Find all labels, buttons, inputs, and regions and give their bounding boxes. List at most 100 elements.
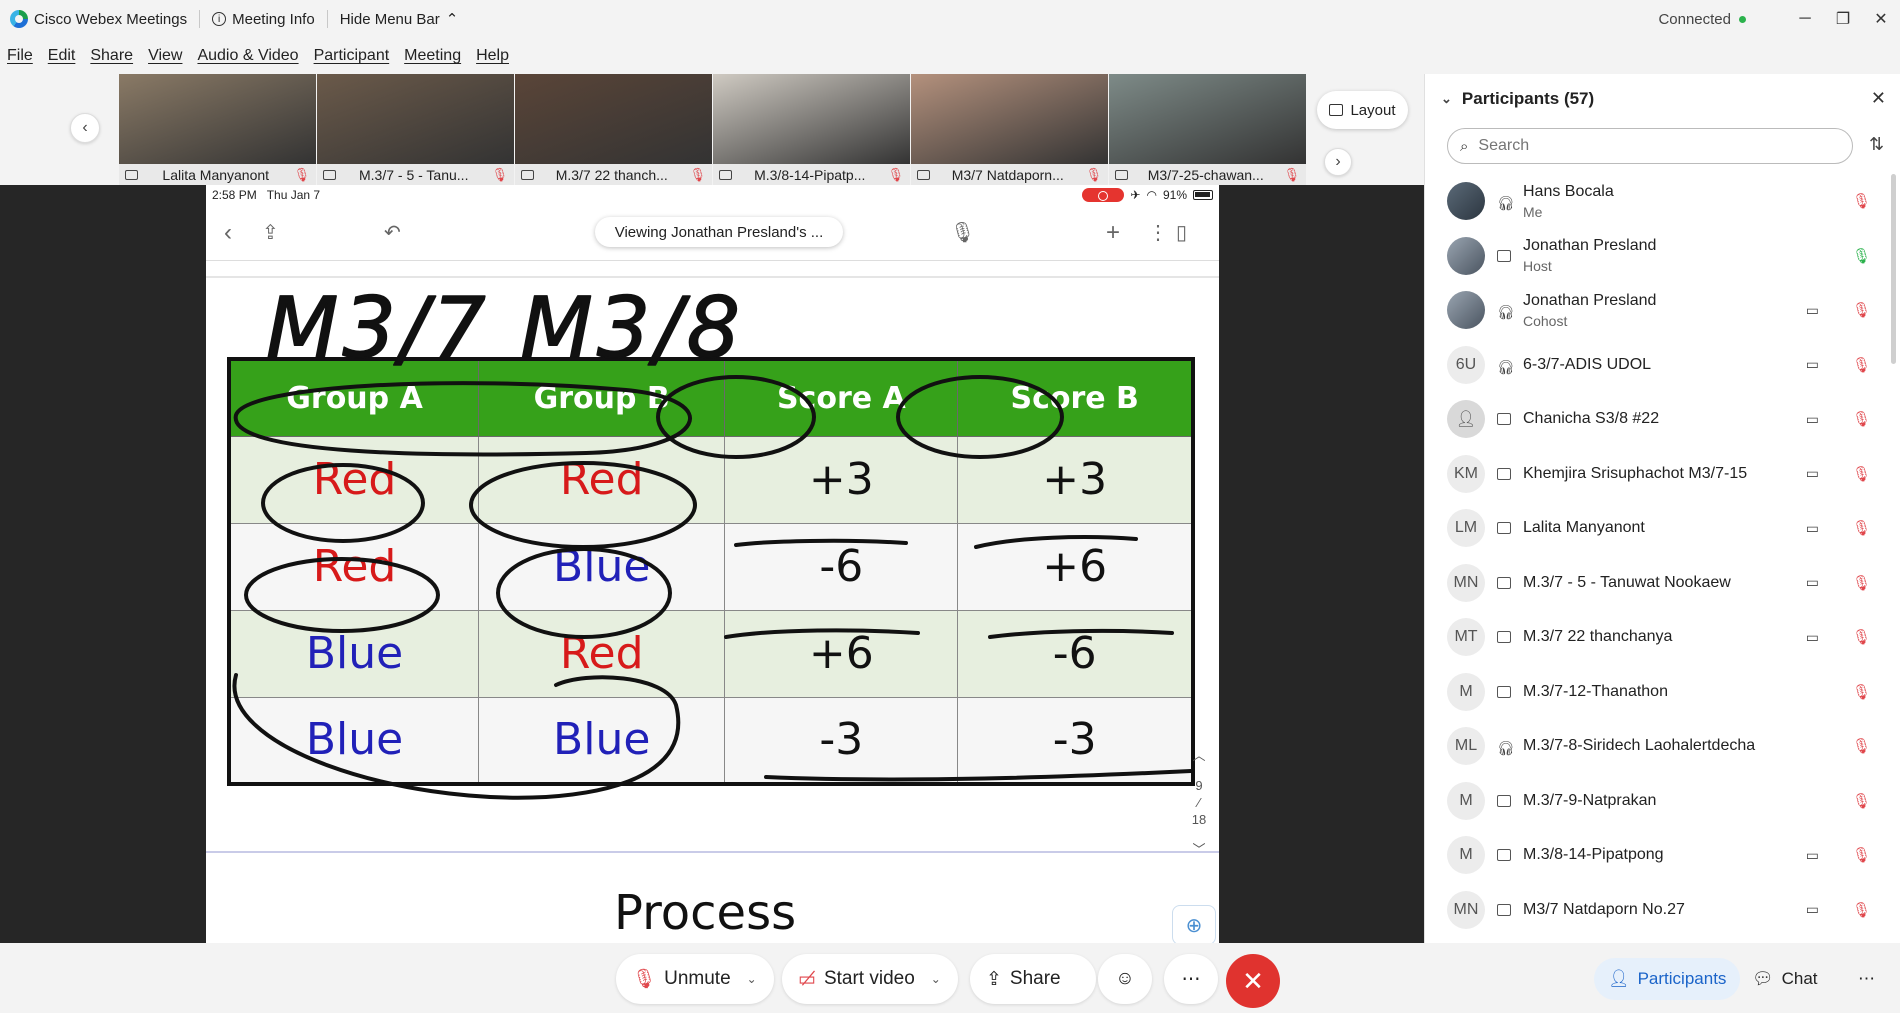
mic-muted-icon[interactable]: 🎙︎ (1852, 846, 1871, 864)
mic-muted-icon[interactable]: 🎙︎ (1852, 192, 1871, 210)
zoom-button[interactable]: ⊕ (1172, 905, 1216, 943)
thumbnail-label: M.3/8-14-Pipatp... 🎙︎ (713, 164, 910, 185)
mic-muted-icon[interactable]: 🎙︎ (1852, 901, 1871, 919)
device-icon (719, 169, 732, 180)
device-icon (521, 169, 534, 180)
leave-meeting-button[interactable]: ✕ (1226, 954, 1280, 1008)
mic-muted-icon[interactable]: 🎙︎ (1852, 465, 1871, 483)
participant-row[interactable]: M M.3/7-9-Natprakan 🎙︎ (1425, 774, 1900, 829)
participant-row[interactable]: 🎧︎ Jonathan Presland Cohost ▭ 🎙︎ (1425, 283, 1900, 338)
thumbnail-name: M.3/7 22 thanch... (555, 166, 668, 183)
hide-menu-bar-button[interactable]: Hide Menu Bar ⌃ (328, 10, 471, 29)
mic-muted-icon[interactable]: 🎙︎ (1852, 737, 1871, 755)
search-input[interactable] (1478, 137, 1809, 155)
thumbnail-label: M3/7-25-chawan... 🎙︎ (1109, 164, 1306, 185)
participant-info: M.3/7-8-Siridech Laohalertdecha (1523, 737, 1755, 755)
menu-file[interactable]: File (0, 47, 41, 65)
menu-share[interactable]: Share (83, 47, 141, 65)
minimize-button[interactable]: ─ (1786, 0, 1824, 38)
participant-row[interactable]: M M.3/7-12-Thanathon 🎙︎ (1425, 665, 1900, 720)
panel-header[interactable]: ⌄ Participants (57) (1425, 74, 1900, 124)
participants-toggle-button[interactable]: 👤︎ Participants (1594, 958, 1741, 1000)
more-options-button[interactable]: ⋯ (1164, 954, 1218, 1004)
chat-button[interactable]: 💬︎ Chat (1738, 958, 1832, 1000)
page-up-icon[interactable]: ︿ (1192, 745, 1205, 764)
mic-muted-icon[interactable]: 🎙︎ (1852, 301, 1871, 319)
device-icon (323, 169, 336, 180)
cell-score-b: +6 (957, 522, 1194, 611)
mic-muted-icon: 🎙︎ (1283, 166, 1300, 182)
menu-edit[interactable]: Edit (41, 47, 84, 65)
chevron-down-icon[interactable]: ⌄ (931, 972, 941, 986)
participant-info: 6-3/7-ADIS UDOL (1523, 356, 1651, 374)
video-feed (119, 74, 316, 164)
mic-muted-icon[interactable]: 🎙︎ (1852, 519, 1871, 537)
video-thumbnail[interactable]: M3/7-25-chawan... 🎙︎ (1109, 74, 1306, 185)
meeting-info-button[interactable]: i Meeting Info (200, 11, 327, 28)
participant-row[interactable]: MT M.3/7 22 thanchanya ▭ 🎙︎ (1425, 610, 1900, 665)
mic-muted-icon[interactable]: 🎙︎ (1852, 628, 1871, 646)
start-video-button[interactable]: ▭̸ Start video ⌄ (782, 954, 958, 1004)
more-vertical-icon: ⋮ (1148, 222, 1168, 244)
mic-muted-icon: 🎙︎ (887, 166, 904, 182)
video-thumbnail[interactable]: M.3/7 - 5 - Tanu... 🎙︎ (317, 74, 514, 185)
participant-row[interactable]: Jonathan Presland Host 🎙︎ (1425, 229, 1900, 284)
restore-button[interactable]: ❐ (1824, 0, 1862, 38)
cell-score-a: +6 (724, 609, 959, 698)
chevron-down-icon[interactable]: ⌄ (747, 972, 757, 986)
video-thumbnail[interactable]: Lalita Manyanont 🎙︎ (119, 74, 316, 185)
video-thumbnail[interactable]: M.3/7 22 thanch... 🎙︎ (515, 74, 712, 185)
mic-muted-icon[interactable]: 🎙︎ (1852, 356, 1871, 374)
table-row: Red Red +3 +3 (228, 435, 1194, 524)
participant-row[interactable]: MN M.3/7 - 5 - Tanuwat Nookaew ▭ 🎙︎ (1425, 556, 1900, 611)
table-row: Red Blue -6 +6 (228, 522, 1194, 611)
connection-dot-icon (1739, 15, 1746, 23)
close-window-button[interactable]: ✕ (1862, 0, 1900, 38)
mic-on-icon[interactable]: 🎙︎ (1852, 247, 1871, 265)
video-camera-icon: ▭ (1805, 356, 1819, 373)
close-panel-button[interactable]: ✕ (1871, 88, 1886, 109)
participant-row[interactable]: ML 🎧︎ M.3/7-8-Siridech Laohalertdecha 🎙︎ (1425, 719, 1900, 774)
header-group-a: Group A (228, 358, 480, 437)
mic-muted-icon[interactable]: 🎙︎ (1852, 574, 1871, 592)
participant-row[interactable]: MN M3/7 Natdaporn No.27 ▭ 🎙︎ (1425, 883, 1900, 938)
title-bar: Cisco Webex Meetings i Meeting Info Hide… (0, 0, 1900, 38)
menu-audio-video[interactable]: Audio & Video (190, 47, 306, 65)
participant-search[interactable]: ⌕ (1447, 128, 1853, 164)
thumbs-prev-button[interactable]: ‹ (70, 113, 100, 143)
menu-participant[interactable]: Participant (307, 47, 398, 65)
thumbs-next-button[interactable]: › (1324, 148, 1352, 176)
share-button[interactable]: ⇪ Share (970, 954, 1096, 1004)
mic-muted-icon[interactable]: 🎙︎ (1852, 792, 1871, 810)
mic-muted-icon: 🎙︎ (632, 969, 657, 990)
video-thumbnail[interactable]: M3/7 Natdaporn... 🎙︎ (911, 74, 1108, 185)
participant-row[interactable]: 6U 🎧︎ 6-3/7-ADIS UDOL ▭ 🎙︎ (1425, 338, 1900, 393)
cell-group-b: Blue (478, 522, 726, 611)
participant-row[interactable]: LM Lalita Manyanont ▭ 🎙︎ (1425, 501, 1900, 556)
sort-icon[interactable]: ⇅ (1869, 134, 1884, 155)
layout-button[interactable]: Layout (1317, 91, 1408, 129)
unmute-label: Unmute (664, 968, 731, 989)
cell-group-b: Red (478, 435, 726, 524)
panel-scrollbar[interactable] (1891, 174, 1896, 364)
mic-muted-icon[interactable]: 🎙︎ (1852, 683, 1871, 701)
more-panels-button[interactable]: ⋯ (1844, 958, 1889, 1000)
participant-row[interactable]: KM Khemjira Srisuphachot M3/7-15 ▭ 🎙︎ (1425, 447, 1900, 502)
mic-muted-icon[interactable]: 🎙︎ (1852, 410, 1871, 428)
video-thumbnail[interactable]: M.3/8-14-Pipatp... 🎙︎ (713, 74, 910, 185)
participant-info: Lalita Manyanont (1523, 519, 1645, 537)
menu-meeting[interactable]: Meeting (397, 47, 469, 65)
menu-view[interactable]: View (141, 47, 190, 65)
menu-help[interactable]: Help (469, 47, 517, 65)
thumbnail-name: M3/7-25-chawan... (1147, 166, 1264, 183)
participant-row[interactable]: M M.3/8-14-Pipatpong ▭ 🎙︎ (1425, 828, 1900, 883)
person-icon: 👤︎ (1455, 411, 1477, 429)
reactions-button[interactable]: ☺ (1098, 954, 1152, 1004)
app-name: Cisco Webex Meetings (34, 10, 188, 28)
unmute-button[interactable]: 🎙︎ Unmute ⌄ (616, 954, 774, 1004)
participants-panel: ⌄ Participants (57) ✕ ⌕ ⇅ 🎧︎ Hans Bocala M… (1424, 74, 1900, 943)
participant-row[interactable]: 🎧︎ Hans Bocala Me 🎙︎ (1425, 174, 1900, 229)
device-icon (1497, 576, 1511, 589)
participant-row[interactable]: 👤︎ Chanicha S3/8 #22 ▭ 🎙︎ (1425, 392, 1900, 447)
page-down-icon[interactable]: ﹀ (1192, 839, 1205, 858)
